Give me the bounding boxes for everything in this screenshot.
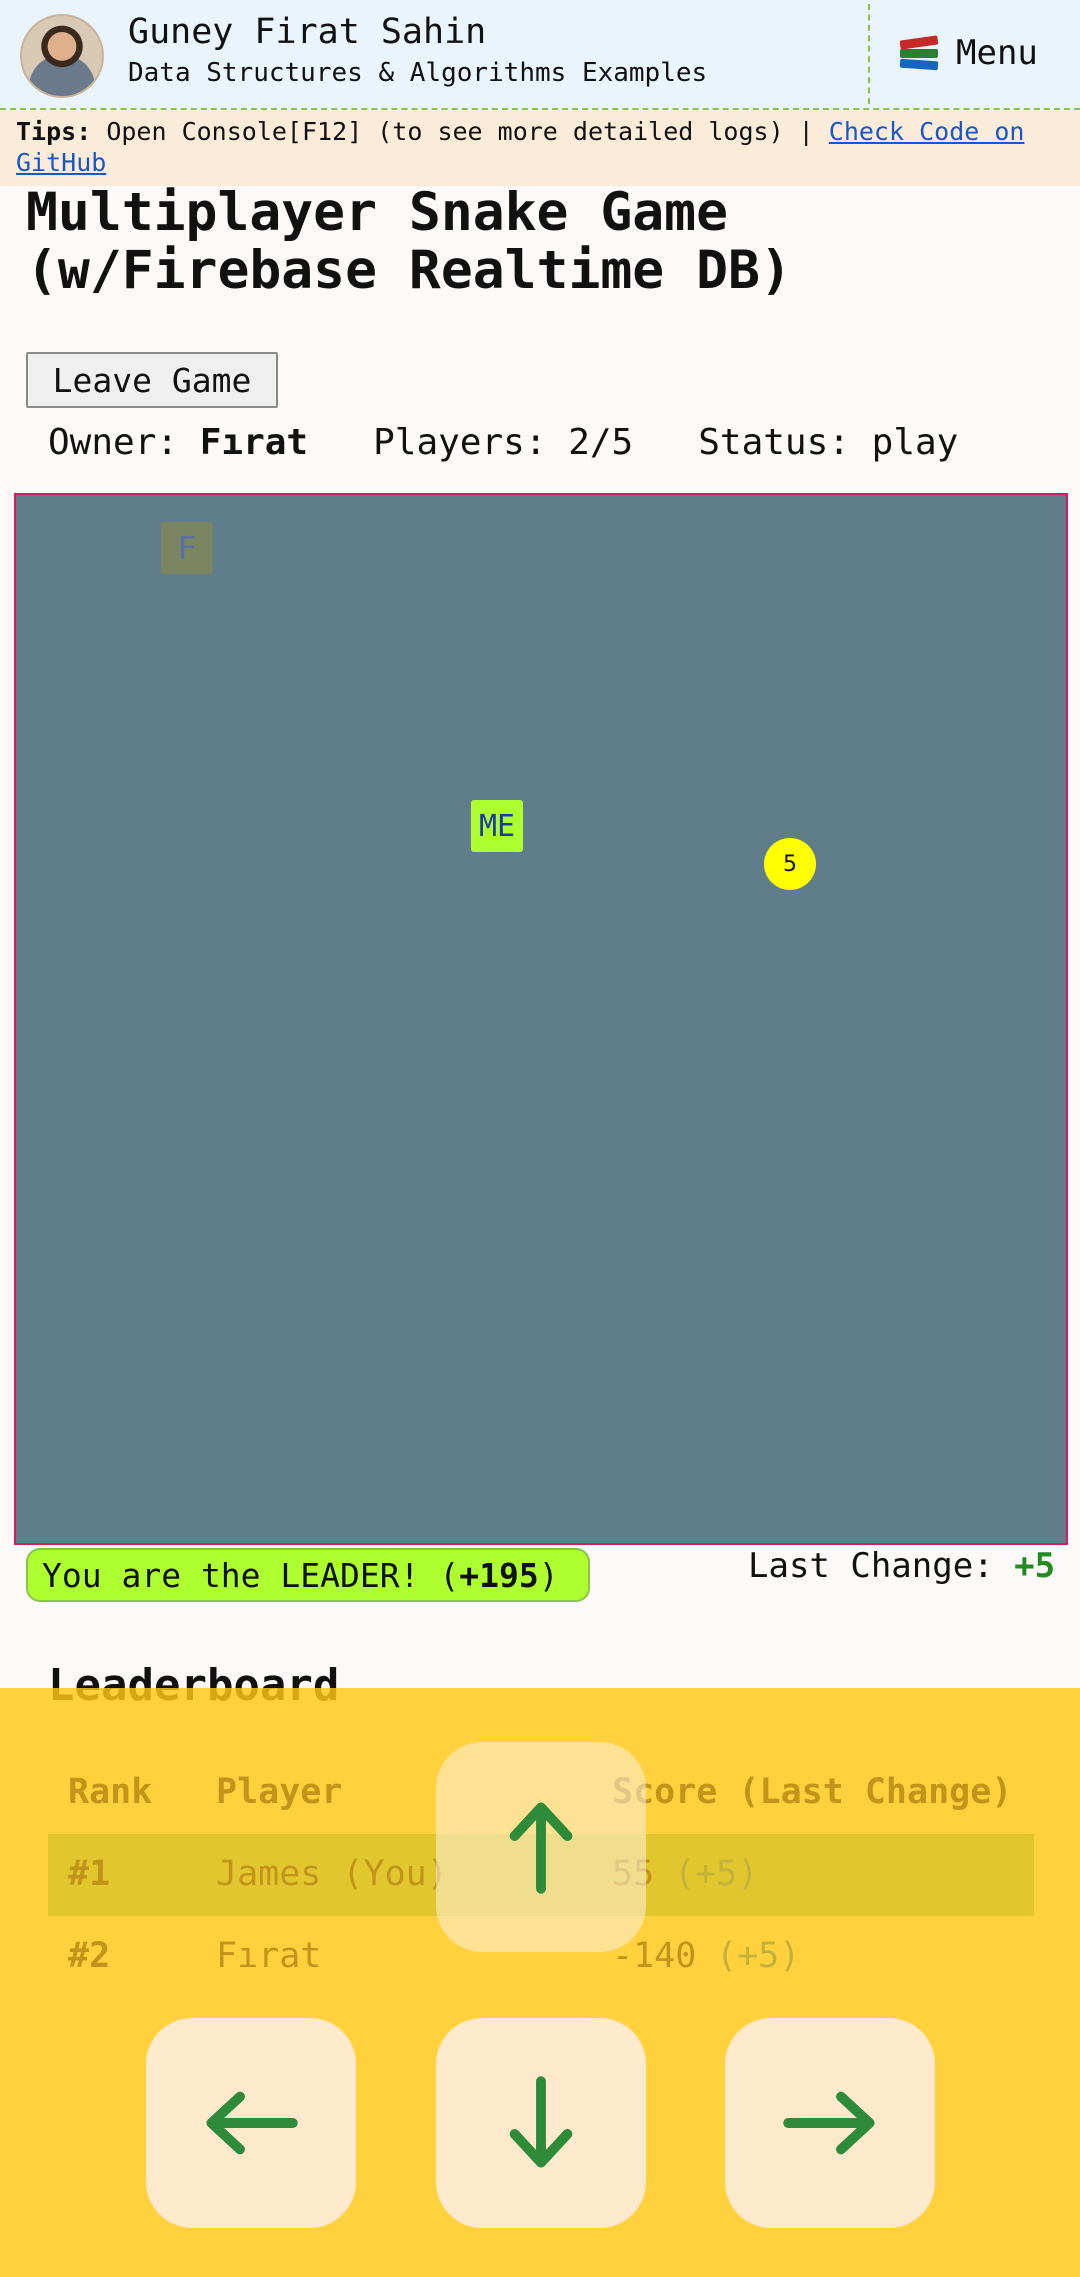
last-change: Last Change: +5 — [748, 1546, 1055, 1586]
menu-divider — [868, 4, 870, 104]
arrow-right-icon — [783, 2091, 875, 2155]
owner-label: Owner: — [48, 422, 200, 463]
leave-game-button[interactable]: Leave Game — [26, 352, 278, 408]
last-change-value: +5 — [1014, 1546, 1056, 1586]
up-button[interactable] — [436, 1742, 646, 1952]
status-label: Status: — [633, 422, 872, 463]
author-name[interactable]: Guney Firat Sahin — [128, 12, 486, 52]
change-cell: (+5) — [716, 1936, 801, 1976]
tips-bar: Tips: Open Console[F12] (to see more det… — [0, 110, 1080, 186]
game-board[interactable]: F ME 5 — [14, 493, 1068, 1545]
arrow-down-icon — [509, 2076, 573, 2168]
players-count: 2/5 — [568, 422, 634, 463]
column-header-player: Player — [216, 1772, 343, 1812]
site-header: Guney Firat Sahin Data Structures & Algo… — [0, 0, 1080, 110]
arrow-up-icon — [509, 1802, 573, 1894]
game-info: Owner: Fırat Players: 2/5 Status: play — [48, 422, 958, 463]
books-icon — [898, 34, 940, 72]
players-label: Players: — [308, 422, 569, 463]
arrow-left-icon — [206, 2091, 298, 2155]
owner-name: Fırat — [199, 422, 309, 463]
change-cell: (+5) — [674, 1854, 759, 1894]
leader-text: You are the LEADER! ( — [42, 1555, 460, 1595]
tips-text: Open Console[F12] (to see more detailed … — [91, 117, 829, 146]
player-snake: ME — [471, 800, 523, 852]
left-button[interactable] — [146, 2018, 356, 2228]
page-title: Multiplayer Snake Game (w/Firebase Realt… — [26, 182, 792, 301]
tips-label: Tips: — [16, 117, 92, 146]
menu-label: Menu — [956, 33, 1038, 73]
site-subtitle: Data Structures & Algorithms Examples — [128, 58, 708, 88]
leader-badge: You are the LEADER! (+195) — [26, 1548, 590, 1602]
leader-close: ) — [538, 1555, 559, 1595]
right-button[interactable] — [725, 2018, 935, 2228]
rank-cell: #1 — [68, 1854, 111, 1894]
rank-cell: #2 — [68, 1936, 111, 1976]
menu-button[interactable]: Menu — [898, 28, 1038, 78]
last-change-label: Last Change: — [748, 1546, 1015, 1586]
opponent-snake: F — [161, 522, 213, 574]
player-cell: Fırat — [216, 1936, 322, 1976]
author-avatar[interactable] — [20, 14, 104, 98]
column-header-score: Score (Last Change) — [612, 1772, 1013, 1812]
leader-value: +195 — [459, 1555, 539, 1595]
food-item: 5 — [764, 838, 816, 890]
down-button[interactable] — [436, 2018, 646, 2228]
player-cell: James (You) — [216, 1854, 448, 1894]
game-status: play — [871, 422, 959, 463]
column-header-rank: Rank — [68, 1772, 153, 1812]
